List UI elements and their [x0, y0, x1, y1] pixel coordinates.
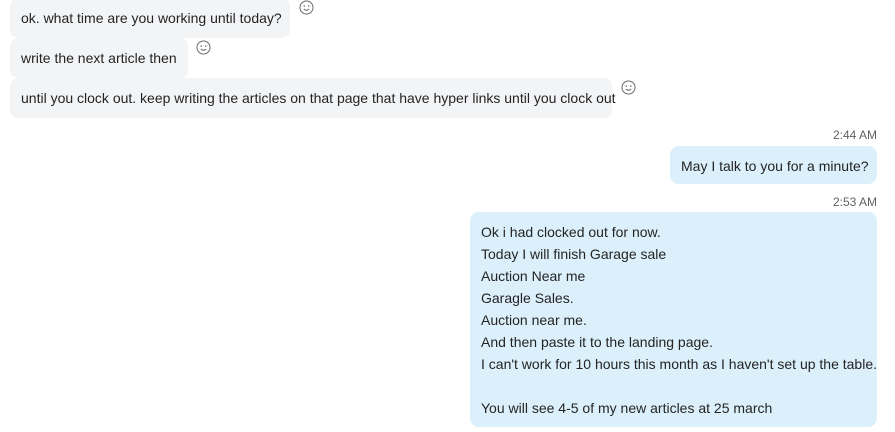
incoming-message[interactable]: write the next article then [10, 38, 188, 78]
chat-message-list: ok. what time are you working until toda… [0, 0, 895, 432]
message-line: Auction Near me [481, 268, 586, 284]
incoming-message[interactable]: ok. what time are you working until toda… [10, 0, 290, 38]
message-line [481, 375, 866, 397]
message-line: You will see 4-5 of my new articles at 2… [481, 400, 773, 416]
message-line: Auction near me. [481, 312, 587, 328]
outgoing-message[interactable]: May I talk to you for a minute? [670, 146, 877, 184]
message-timestamp: 2:44 AM [832, 128, 877, 142]
message-timestamp: 2:53 AM [832, 195, 877, 209]
add-reaction-smiley-icon[interactable] [196, 40, 211, 55]
message-line: Garagle Sales. [481, 290, 574, 306]
message-text: until you clock out. keep writing the ar… [21, 90, 616, 106]
add-reaction-smiley-icon[interactable] [299, 0, 314, 15]
incoming-message[interactable]: until you clock out. keep writing the ar… [10, 78, 616, 118]
message-line: And then paste it to the landing page. [481, 334, 713, 350]
message-line: I can't work for 10 hours this month as … [481, 356, 878, 372]
message-text: write the next article then [21, 50, 177, 66]
add-reaction-smiley-icon[interactable] [621, 80, 636, 95]
message-line: Today I will finish Garage sale [481, 246, 667, 262]
outgoing-message[interactable]: Ok i had clocked out for now. Today I wi… [470, 212, 877, 427]
message-text: ok. what time are you working until toda… [21, 10, 282, 26]
message-line: Ok i had clocked out for now. [481, 224, 661, 240]
message-text: May I talk to you for a minute? [681, 158, 869, 174]
